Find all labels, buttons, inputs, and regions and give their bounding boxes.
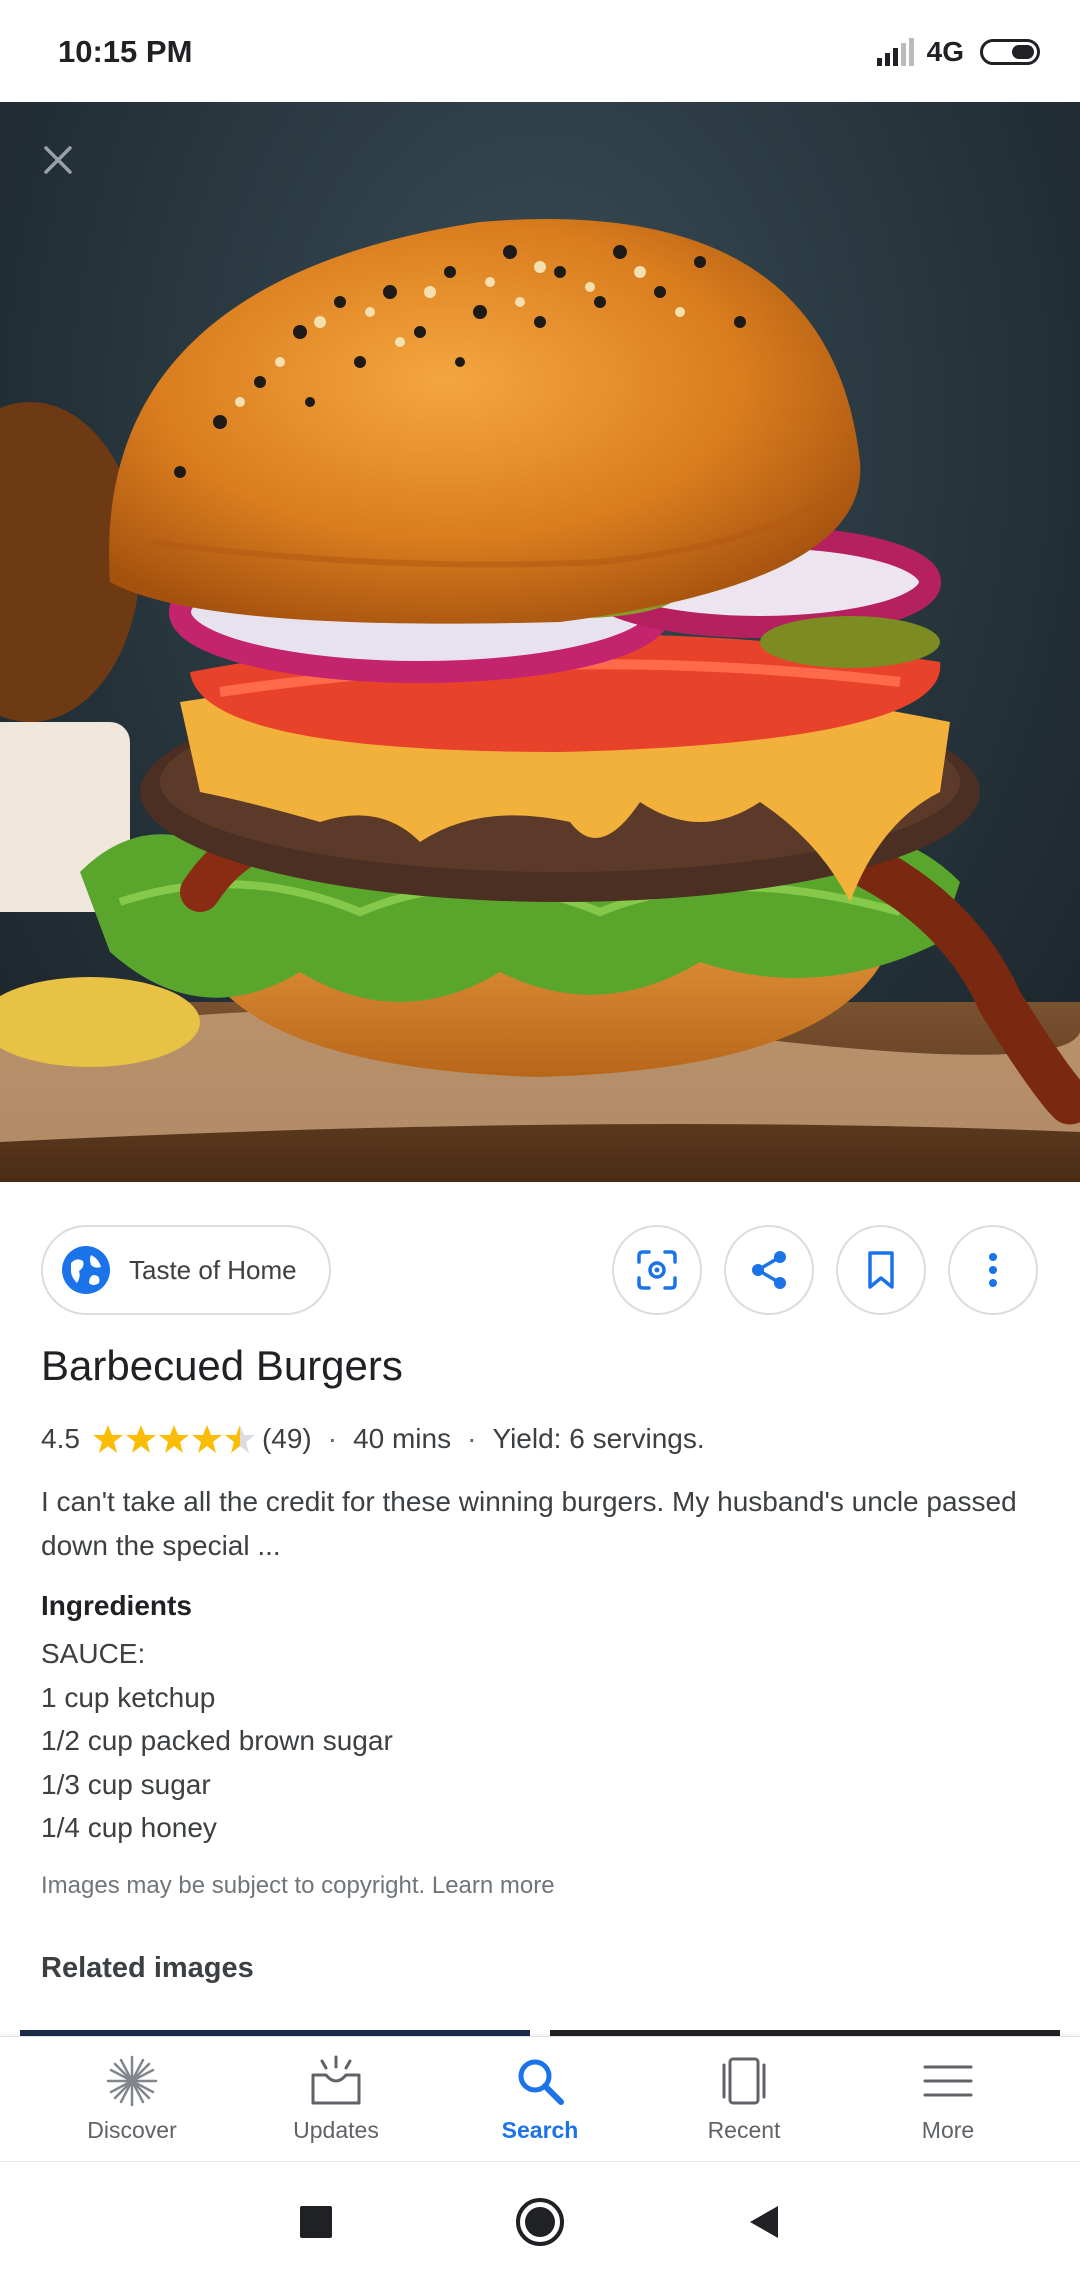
close-icon[interactable] (38, 140, 78, 180)
recipe-meta: 4.5 (49) · 40 mins · Yield: 6 servings. (41, 1423, 705, 1455)
related-images-heading: Related images (41, 1952, 254, 1984)
recents-square-icon[interactable] (288, 2194, 344, 2250)
recent-cards-icon (722, 2057, 766, 2105)
rating-stars (92, 1423, 256, 1455)
more-vert-icon (989, 1253, 997, 1287)
cook-time: 40 mins (353, 1423, 452, 1454)
nav-label: Updates (293, 2117, 379, 2143)
nav-label: Discover (87, 2117, 177, 2143)
asterisk-icon (106, 2055, 158, 2107)
nav-recent[interactable]: Recent (642, 2037, 846, 2161)
share-icon (752, 1251, 786, 1289)
meta-separator: · (467, 1423, 477, 1454)
network-type: 4G (926, 36, 964, 67)
star-icons (92, 1425, 255, 1453)
nav-label: Search (501, 2117, 579, 2143)
yield: Yield: 6 servings. (492, 1423, 705, 1454)
bookmark-button[interactable] (836, 1225, 926, 1315)
rating-value: 4.5 (41, 1423, 80, 1454)
nav-discover[interactable]: Discover (30, 2037, 234, 2161)
nav-label: Recent (707, 2117, 781, 2143)
ingredient-item: 1/4 cup honey (41, 1812, 217, 1843)
nav-updates[interactable]: Updates (234, 2037, 438, 2161)
menu-icon (923, 2065, 973, 2097)
ingredients-list: SAUCE: 1 cup ketchup 1/2 cup packed brow… (41, 1632, 393, 1850)
ingredient-item: 1/2 cup packed brown sugar (41, 1725, 393, 1756)
status-bar: 10:15 PM 4G (0, 0, 1080, 102)
meta-separator: · (327, 1423, 338, 1454)
review-count: (49) (261, 1423, 312, 1454)
status-icons: 4G (876, 36, 1040, 68)
globe-icon (62, 1246, 110, 1294)
nav-more[interactable]: More (846, 2037, 1050, 2161)
recipe-image[interactable] (0, 102, 1080, 1182)
recipe-title: Barbecued Burgers (41, 1342, 403, 1389)
copyright-notice[interactable]: Images may be subject to copyright. Lear… (41, 1872, 555, 1900)
ingredient-item: 1 cup ketchup (41, 1681, 216, 1713)
system-navigation-bar (0, 2162, 1080, 2280)
lens-icon (637, 1250, 677, 1290)
search-icon (518, 2059, 564, 2105)
bottom-navigation: Discover Updates Search Recent More (0, 2036, 1080, 2163)
source-chip[interactable]: Taste of Home (41, 1225, 331, 1315)
updates-tray-icon (311, 2055, 361, 2105)
nav-search[interactable]: Search (438, 2037, 642, 2161)
back-triangle-icon[interactable] (736, 2194, 792, 2250)
ingredient-item: 1/3 cup sugar (41, 1768, 211, 1800)
status-time: 10:15 PM (58, 34, 193, 69)
ingredients-heading: Ingredients (41, 1590, 192, 1621)
lens-button[interactable] (612, 1225, 702, 1315)
nav-label: More (921, 2117, 975, 2143)
recipe-description: I can't take all the credit for these wi… (41, 1486, 1017, 1561)
more-options-button[interactable] (948, 1225, 1038, 1315)
ingredient-item: SAUCE: (41, 1638, 146, 1669)
burger-illustration (0, 219, 1080, 1182)
battery-icon (980, 39, 1040, 65)
bookmark-icon (868, 1251, 894, 1289)
share-button[interactable] (724, 1225, 814, 1315)
source-name: Taste of Home (129, 1254, 297, 1285)
home-circle-icon[interactable] (512, 2194, 568, 2250)
signal-icon (876, 38, 917, 66)
